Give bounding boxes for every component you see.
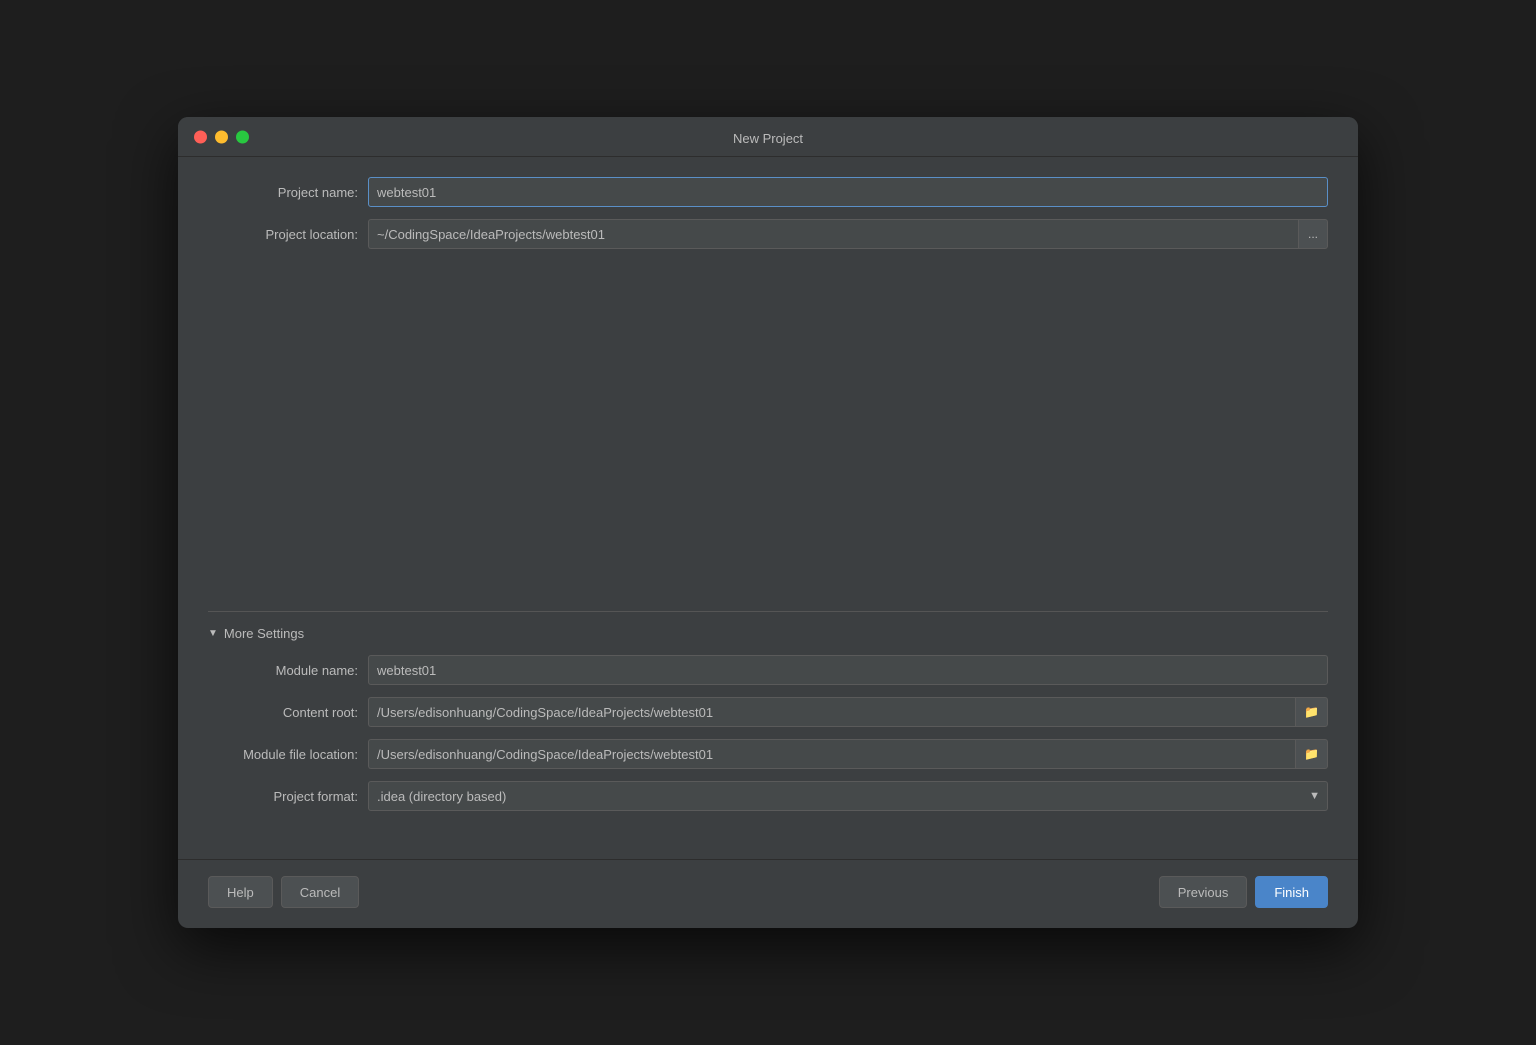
minimize-button[interactable]	[215, 130, 228, 143]
content-root-field-group: 📁	[368, 697, 1328, 727]
project-format-select[interactable]: .idea (directory based) .ipr (file based…	[368, 781, 1328, 811]
project-name-label: Project name:	[208, 185, 368, 200]
module-file-location-field-group: 📁	[368, 739, 1328, 769]
content-root-label: Content root:	[208, 705, 368, 720]
project-name-row: Project name:	[208, 177, 1328, 207]
window-title: New Project	[733, 131, 803, 146]
cancel-button[interactable]: Cancel	[281, 876, 359, 908]
close-button[interactable]	[194, 130, 207, 143]
dialog-window: New Project Project name: Project locati…	[178, 117, 1358, 928]
more-settings-label: More Settings	[224, 626, 304, 641]
folder-icon: 📁	[1304, 705, 1319, 719]
previous-button[interactable]: Previous	[1159, 876, 1248, 908]
module-name-input[interactable]	[368, 655, 1328, 685]
module-file-location-label: Module file location:	[208, 747, 368, 762]
module-name-row: Module name:	[208, 655, 1328, 685]
module-file-location-browse-button[interactable]: 📁	[1295, 739, 1328, 769]
more-settings-header[interactable]: ▼ More Settings	[208, 626, 1328, 641]
footer-right-buttons: Previous Finish	[1159, 876, 1328, 908]
project-location-input[interactable]	[368, 219, 1298, 249]
module-name-label: Module name:	[208, 663, 368, 678]
finish-button[interactable]: Finish	[1255, 876, 1328, 908]
maximize-button[interactable]	[236, 130, 249, 143]
folder-icon: 📁	[1304, 747, 1319, 761]
title-bar: New Project	[178, 117, 1358, 157]
module-file-location-input[interactable]	[368, 739, 1295, 769]
project-format-label: Project format:	[208, 789, 368, 804]
content-root-row: Content root: 📁	[208, 697, 1328, 727]
content-root-input[interactable]	[368, 697, 1295, 727]
footer-left-buttons: Help Cancel	[208, 876, 359, 908]
project-location-row: Project location: ...	[208, 219, 1328, 249]
project-name-input[interactable]	[368, 177, 1328, 207]
more-settings-section: ▼ More Settings Module name: Content roo…	[208, 611, 1328, 811]
content-root-browse-button[interactable]: 📁	[1295, 697, 1328, 727]
chevron-down-icon: ▼	[208, 628, 218, 639]
project-location-label: Project location:	[208, 227, 368, 242]
project-format-row: Project format: .idea (directory based) …	[208, 781, 1328, 811]
project-location-browse-button[interactable]: ...	[1298, 219, 1328, 249]
separator	[208, 611, 1328, 612]
more-settings-fields: Module name: Content root: 📁 Module f	[208, 655, 1328, 811]
traffic-lights	[194, 130, 249, 143]
empty-space	[208, 261, 1328, 601]
project-format-select-wrapper: .idea (directory based) .ipr (file based…	[368, 781, 1328, 811]
dialog-footer: Help Cancel Previous Finish	[178, 859, 1358, 928]
help-button[interactable]: Help	[208, 876, 273, 908]
project-location-field-group: ...	[368, 219, 1328, 249]
module-file-location-row: Module file location: 📁	[208, 739, 1328, 769]
dialog-content: Project name: Project location: ... ▼ Mo…	[178, 157, 1358, 843]
